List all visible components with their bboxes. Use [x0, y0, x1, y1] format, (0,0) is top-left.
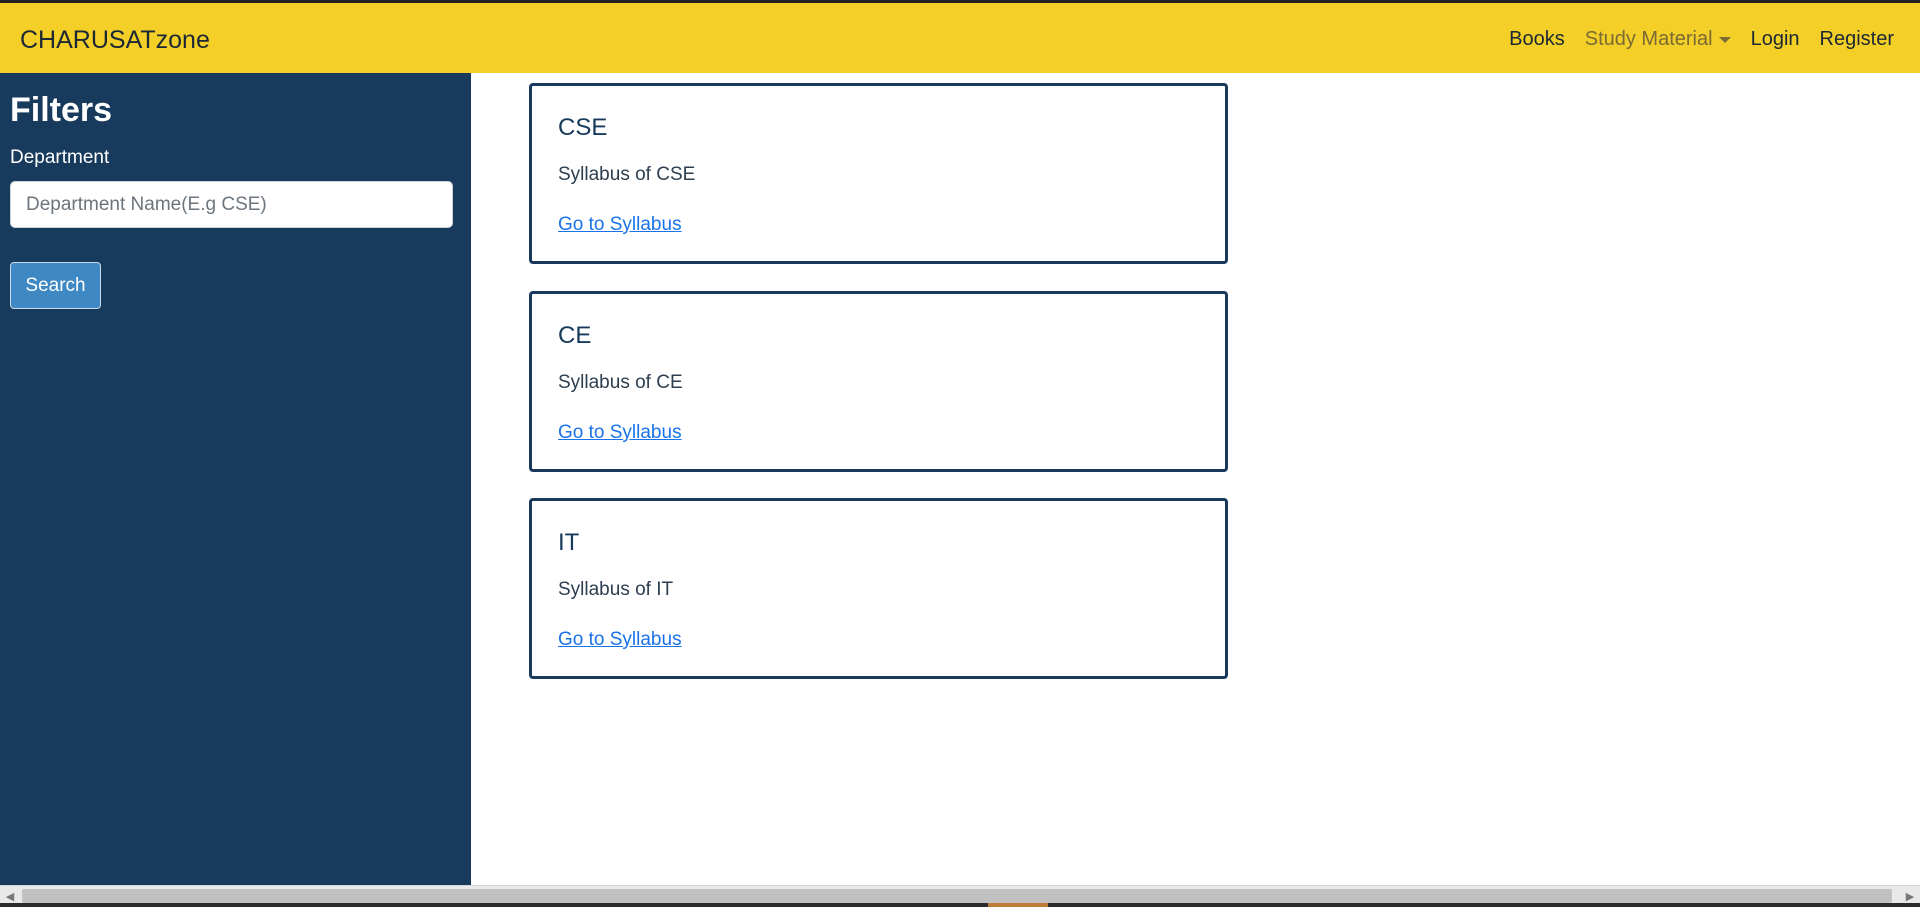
card-text: Syllabus of IT [558, 579, 674, 600]
nav-study-material-label: Study Material [1584, 28, 1713, 50]
card-text: Syllabus of CSE [558, 164, 696, 185]
card-title: CE [558, 322, 592, 349]
go-to-syllabus-link[interactable]: Go to Syllabus [558, 629, 682, 651]
card-title: IT [558, 529, 580, 556]
nav-register[interactable]: Register [1820, 28, 1894, 51]
nav-login[interactable]: Login [1751, 28, 1800, 51]
card-title: CSE [558, 114, 608, 141]
scrollbar-thumb[interactable] [22, 889, 1892, 903]
go-to-syllabus-link[interactable]: Go to Syllabus [558, 422, 682, 444]
go-to-syllabus-link[interactable]: Go to Syllabus [558, 214, 682, 236]
syllabus-card-it: IT Syllabus of IT Go to Syllabus [529, 498, 1228, 679]
syllabus-card-ce: CE Syllabus of CE Go to Syllabus [529, 291, 1228, 472]
department-input[interactable] [10, 181, 453, 228]
caret-down-icon [1718, 36, 1731, 43]
taskbar-highlight [988, 903, 1048, 907]
brand-link[interactable]: CHARUSATzone [20, 26, 210, 55]
syllabus-card-cse: CSE Syllabus of CSE Go to Syllabus [529, 83, 1228, 264]
card-text: Syllabus of CE [558, 372, 683, 393]
nav-study-material-dropdown[interactable]: Study Material [1585, 28, 1731, 51]
navbar: CHARUSATzone Books Study Material Login … [0, 0, 1920, 73]
search-button[interactable]: Search [10, 262, 101, 309]
filter-sidebar: Filters Department Search [0, 73, 471, 885]
nav-menu: Books Study Material Login Register [1489, 28, 1894, 51]
department-label: Department [10, 147, 110, 168]
filters-heading: Filters [10, 91, 113, 129]
taskbar-edge [0, 903, 1920, 907]
nav-books[interactable]: Books [1509, 28, 1565, 51]
